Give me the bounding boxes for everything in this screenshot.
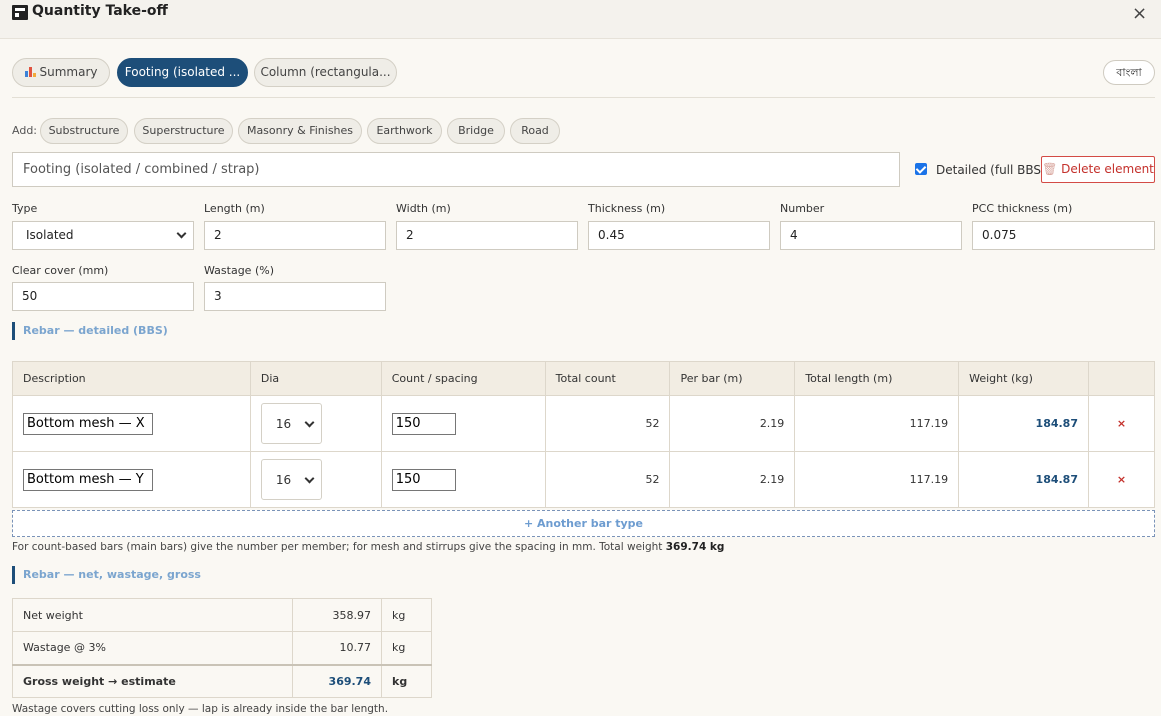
language-toggle-button[interactable]: বাংলা xyxy=(1103,60,1155,85)
detailed-bbs-label: Detailed (full BBS) xyxy=(936,163,1046,177)
table-header-row: Description Dia Count / spacing Total co… xyxy=(12,361,1155,396)
type-select-value: Isolated xyxy=(26,228,74,242)
summary-row: Net weight 358.97 kg xyxy=(12,598,432,632)
type-select[interactable]: Isolated xyxy=(12,221,194,250)
add-bridge-button[interactable]: Bridge xyxy=(447,118,505,144)
col-total-length: Total length (m) xyxy=(794,361,960,396)
wastage-label: Wastage (%) xyxy=(204,264,274,277)
bbs-note-text: For count-based bars (main bars) give th… xyxy=(12,541,663,553)
pcc-thickness-input[interactable]: 0.075 xyxy=(972,221,1155,250)
length-input[interactable]: 2 xyxy=(204,221,386,250)
remove-row-button[interactable]: × xyxy=(1088,395,1155,452)
add-bar-type-button[interactable]: + Another bar type xyxy=(12,510,1155,537)
title-bar: Quantity Take-off × xyxy=(0,0,1161,39)
tab-summary-label: Summary xyxy=(39,65,98,79)
tab-column[interactable]: Column (rectangula... xyxy=(254,58,397,87)
calculator-icon xyxy=(12,5,28,20)
col-weight: Weight (kg) xyxy=(958,361,1089,396)
bbs-note: For count-based bars (main bars) give th… xyxy=(12,541,724,553)
tab-footing[interactable]: Footing (isolated ... xyxy=(117,58,248,87)
add-label: Add: xyxy=(12,124,38,137)
detailed-bbs-checkbox[interactable] xyxy=(915,163,927,175)
pcc-thickness-label: PCC thickness (m) xyxy=(972,202,1073,215)
per-bar-cell: 2.19 xyxy=(669,395,796,452)
dia-value: 16 xyxy=(275,417,292,431)
wastage-note: Wastage covers cutting loss only — lap i… xyxy=(12,703,389,715)
add-road-button[interactable]: Road xyxy=(510,118,560,144)
count-spacing-input[interactable]: 150 xyxy=(391,468,456,491)
delete-element-button[interactable]: 🗑︎ Delete element xyxy=(1041,156,1155,183)
number-input[interactable]: 4 xyxy=(780,221,962,250)
rebar-summary-table: Net weight 358.97 kg Wastage @ 3% 10.77 … xyxy=(12,598,432,698)
per-bar-cell: 2.19 xyxy=(669,451,796,508)
add-masonry-finishes-button[interactable]: Masonry & Finishes xyxy=(238,118,362,144)
count-spacing-input[interactable]: 150 xyxy=(391,412,456,435)
total-count-cell: 52 xyxy=(544,451,671,508)
add-earthwork-button[interactable]: Earthwork xyxy=(367,118,442,144)
element-name-input[interactable] xyxy=(12,152,900,187)
divider xyxy=(12,97,1155,98)
total-count-cell: 52 xyxy=(544,395,671,452)
summary-value: 10.77 xyxy=(292,631,382,665)
summary-label: Net weight xyxy=(12,598,293,632)
clear-cover-label: Clear cover (mm) xyxy=(12,264,109,277)
weight-cell: 184.87 xyxy=(958,451,1089,508)
bbs-table: Description Dia Count / spacing Total co… xyxy=(12,361,1155,508)
summary-label: Gross weight → estimate xyxy=(12,663,293,698)
total-length-cell: 117.19 xyxy=(794,451,960,508)
table-row: Bottom mesh — Y 16 150 52 2.19 117.19 18… xyxy=(12,451,1155,508)
table-row: Bottom mesh — X 16 150 52 2.19 117.19 18… xyxy=(12,395,1155,452)
summary-row-gross: Gross weight → estimate 369.74 kg xyxy=(12,663,432,698)
rebar-bbs-heading: Rebar — detailed (BBS) xyxy=(12,322,168,340)
trash-icon: 🗑︎ xyxy=(1042,162,1058,176)
col-total-count: Total count xyxy=(544,361,671,396)
thickness-label: Thickness (m) xyxy=(588,202,666,215)
bar-description-input[interactable]: Bottom mesh — X xyxy=(23,412,153,435)
col-dia: Dia xyxy=(249,361,382,396)
summary-value: 358.97 xyxy=(292,598,382,632)
clear-cover-input[interactable]: 50 xyxy=(12,282,194,311)
summary-value: 369.74 xyxy=(292,663,382,698)
col-actions xyxy=(1088,361,1155,396)
tab-summary[interactable]: Summary xyxy=(12,58,110,87)
rebar-summary-heading: Rebar — net, wastage, gross xyxy=(12,566,201,584)
summary-label: Wastage @ 3% xyxy=(12,631,293,665)
close-button[interactable]: × xyxy=(1132,4,1147,24)
dia-select[interactable]: 16 xyxy=(260,459,322,500)
type-label: Type xyxy=(12,202,38,215)
dia-value: 16 xyxy=(275,473,292,487)
col-per-bar: Per bar (m) xyxy=(669,361,796,396)
dia-select[interactable]: 16 xyxy=(260,403,322,444)
summary-unit: kg xyxy=(381,598,432,632)
add-superstructure-button[interactable]: Superstructure xyxy=(134,118,233,144)
delete-element-label: Delete element xyxy=(1061,162,1154,176)
summary-unit: kg xyxy=(381,663,432,698)
chevron-down-icon xyxy=(176,228,187,239)
bar-description-input[interactable]: Bottom mesh — Y xyxy=(23,468,153,491)
number-label: Number xyxy=(780,202,825,215)
add-substructure-button[interactable]: Substructure xyxy=(40,118,128,144)
length-label: Length (m) xyxy=(204,202,265,215)
window-title: Quantity Take-off xyxy=(32,3,168,19)
total-weight-value: 369.74 kg xyxy=(665,541,725,553)
wastage-input[interactable]: 3 xyxy=(204,282,386,311)
col-description: Description xyxy=(12,361,251,396)
chevron-down-icon xyxy=(304,417,315,428)
remove-row-button[interactable]: × xyxy=(1088,451,1155,508)
width-input[interactable]: 2 xyxy=(396,221,578,250)
bar-chart-icon xyxy=(24,67,36,77)
total-length-cell: 117.19 xyxy=(794,395,960,452)
summary-unit: kg xyxy=(381,631,432,665)
chevron-down-icon xyxy=(304,473,315,484)
summary-row: Wastage @ 3% 10.77 kg xyxy=(12,631,432,665)
thickness-input[interactable]: 0.45 xyxy=(588,221,770,250)
width-label: Width (m) xyxy=(396,202,451,215)
weight-cell: 184.87 xyxy=(958,395,1089,452)
col-count-spacing: Count / spacing xyxy=(380,361,546,396)
